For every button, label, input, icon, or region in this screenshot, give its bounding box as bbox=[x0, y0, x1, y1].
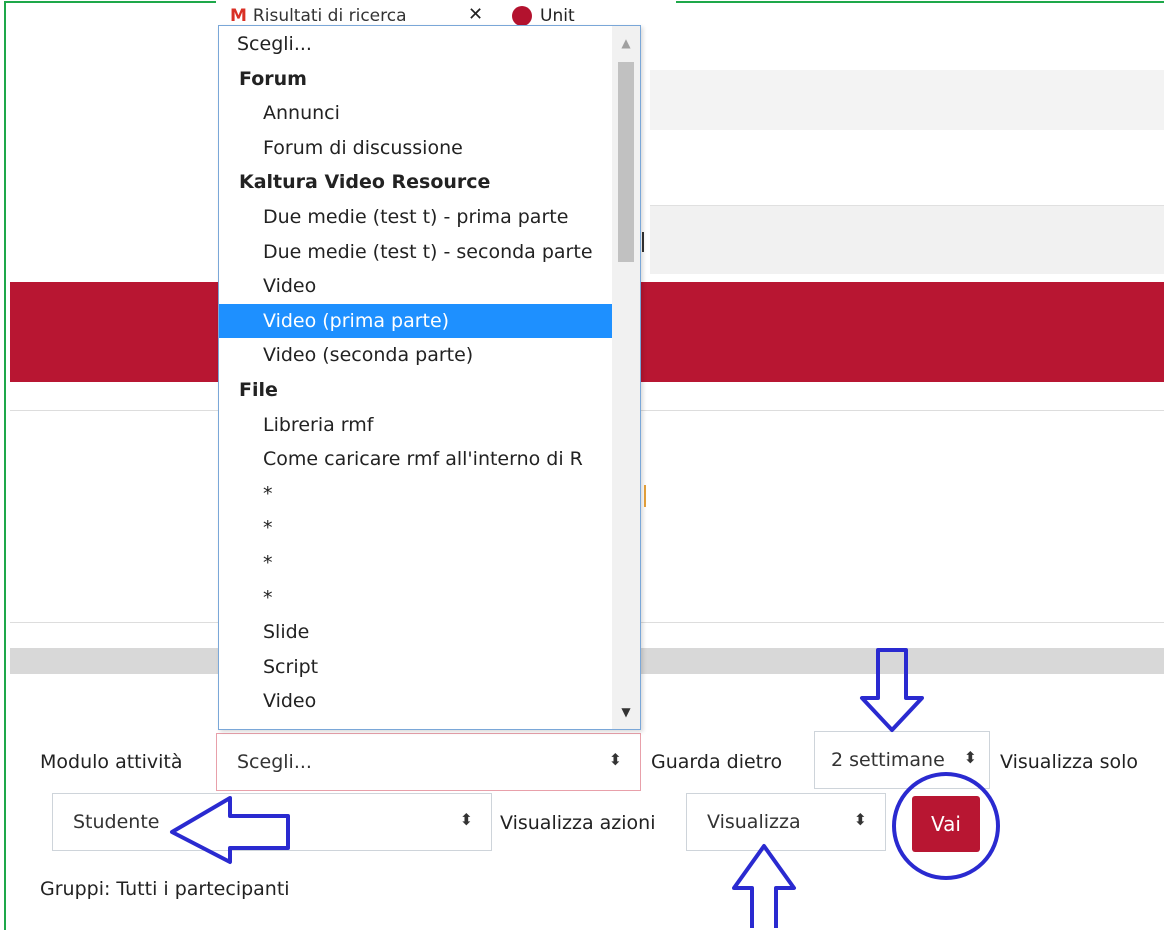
annotation-arrow-down-icon bbox=[860, 648, 924, 732]
annotation-overlay bbox=[170, 648, 1000, 928]
annotation-arrow-left-icon bbox=[170, 796, 290, 864]
annotation-circle bbox=[892, 772, 1000, 880]
annotation-arrow-up-icon bbox=[732, 844, 796, 928]
